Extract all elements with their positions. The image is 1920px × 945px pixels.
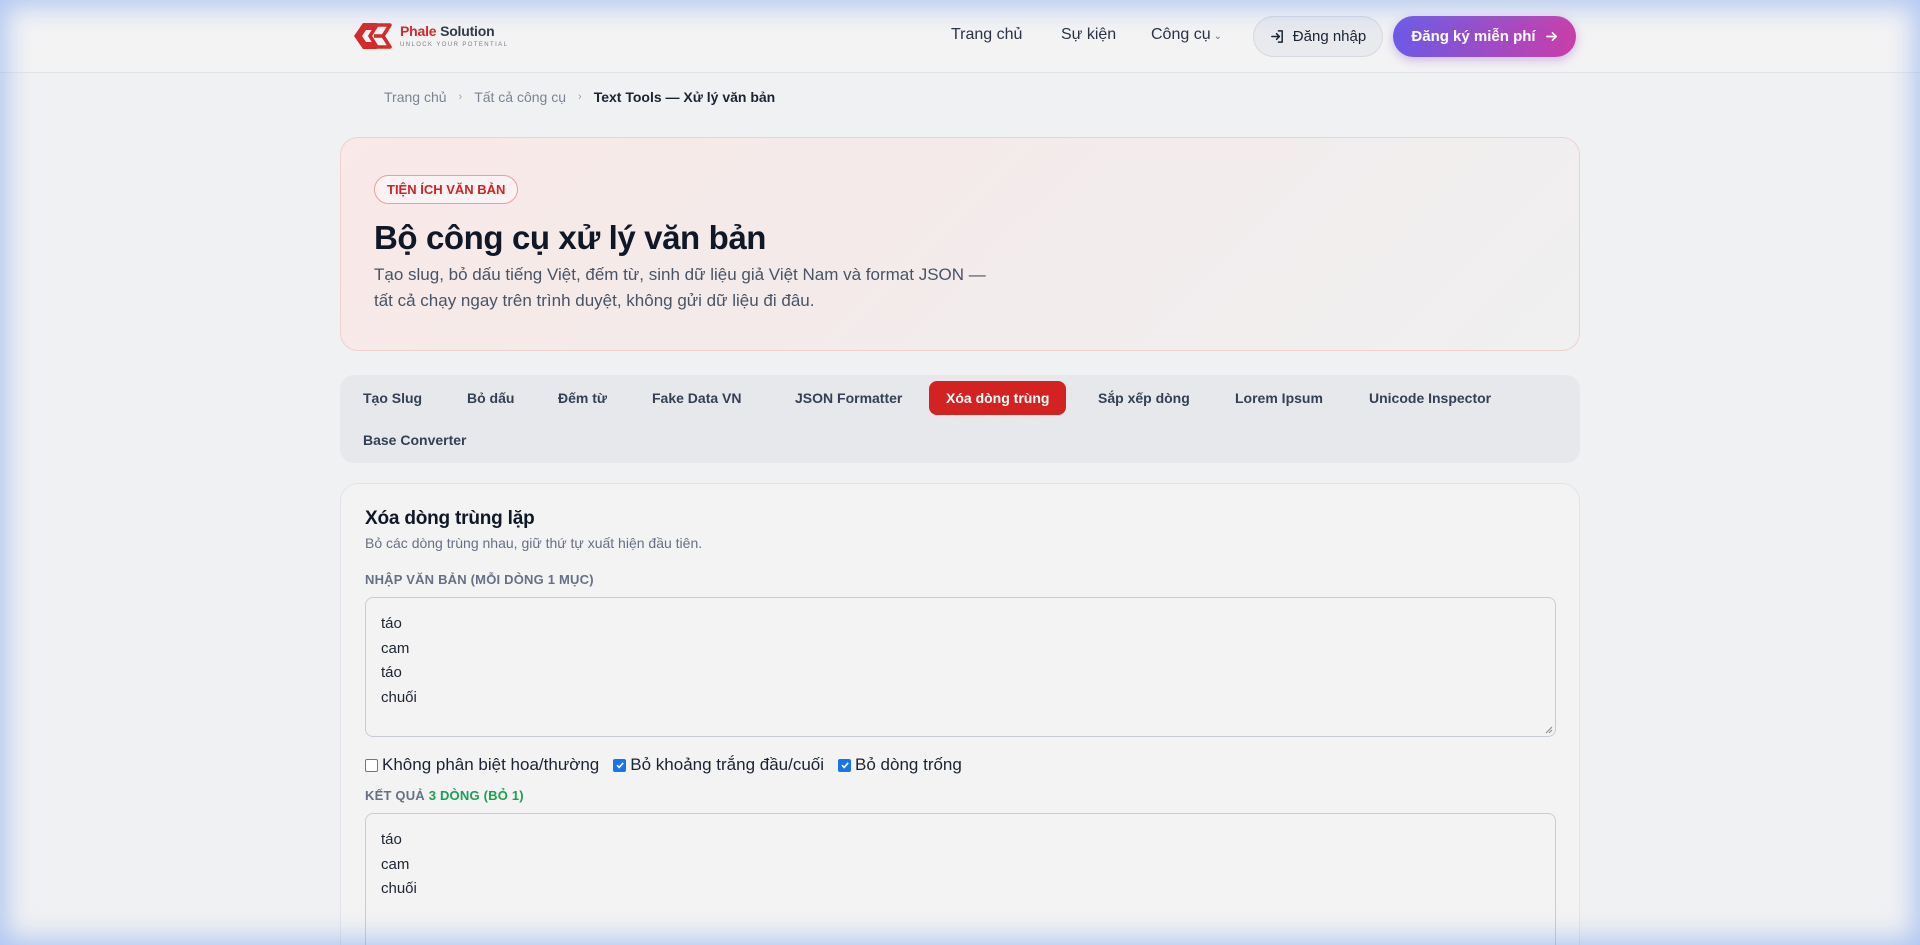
- option-remove-empty-lines[interactable]: Bỏ dòng trống: [838, 755, 962, 775]
- tab-base-converter[interactable]: Base Converter: [346, 423, 484, 457]
- option-label: Bỏ dòng trống: [855, 755, 962, 774]
- output-line: cam: [381, 855, 410, 873]
- input-textarea[interactable]: táo cam táo chuối: [365, 597, 1556, 737]
- tab-remove-duplicates[interactable]: Xóa dòng trùng: [929, 381, 1067, 415]
- logo-mark-icon: [354, 23, 392, 49]
- login-icon: [1270, 30, 1283, 43]
- input-line: cam: [381, 639, 410, 657]
- arrow-right-icon: [1545, 31, 1557, 42]
- tab-word-count[interactable]: Đếm từ: [541, 381, 624, 415]
- signup-label: Đăng ký miễn phí: [1411, 28, 1536, 45]
- check-icon: [840, 762, 849, 769]
- hero-banner: TIỆN ÍCH VĂN BẢN Bộ công cụ xử lý văn bả…: [340, 137, 1580, 351]
- tab-json-formatter[interactable]: JSON Formatter: [778, 381, 919, 415]
- logo[interactable]: Phale Solution UNLOCK YOUR POTENTIAL: [350, 19, 508, 53]
- checkbox-case-insensitive[interactable]: [365, 758, 378, 772]
- page-title: Bộ công cụ xử lý văn bản: [374, 219, 767, 256]
- option-case-insensitive[interactable]: Không phân biệt hoa/thường: [365, 755, 599, 775]
- breadcrumb-current: Text Tools — Xử lý văn bản: [593, 89, 776, 105]
- input-line: táo: [381, 664, 402, 681]
- nav-tools[interactable]: Công cụ ⌄: [1151, 26, 1222, 44]
- logo-name: Phale Solution: [400, 23, 495, 39]
- option-label: Bỏ khoảng trắng đầu/cuối: [630, 755, 825, 774]
- output-line: táo: [381, 831, 402, 848]
- tab-fake-data[interactable]: Fake Data VN: [635, 381, 758, 415]
- checkbox-trim-whitespace[interactable]: [613, 758, 627, 772]
- result-label-text: KẾT QUẢ: [365, 788, 425, 803]
- hero-badge: TIỆN ÍCH VĂN BẢN: [374, 175, 519, 204]
- chevron-right-icon: ›: [578, 91, 582, 103]
- nav-events[interactable]: Sự kiện: [1061, 26, 1116, 44]
- tool-panel: Xóa dòng trùng lặp Bỏ các dòng trùng nha…: [340, 483, 1580, 945]
- breadcrumb-all-tools[interactable]: Tất cả công cụ: [474, 89, 566, 105]
- output-line: chuối: [381, 880, 417, 897]
- chevron-down-icon: ⌄: [1213, 31, 1222, 42]
- tab-lorem-ipsum[interactable]: Lorem Ipsum: [1218, 381, 1340, 415]
- options-row: Không phân biệt hoa/thường Bỏ khoảng trắ…: [365, 755, 962, 775]
- result-stats: 3 DÒNG (BỎ 1): [428, 788, 524, 803]
- tool-description: Bỏ các dòng trùng nhau, giữ thứ tự xuất …: [365, 535, 703, 551]
- nav-tools-label: Công cụ: [1151, 26, 1211, 43]
- input-label: NHẬP VĂN BẢN (MỖI DÒNG 1 MỤC): [365, 572, 594, 587]
- nav-home[interactable]: Trang chủ: [951, 26, 1022, 44]
- tool-title: Xóa dòng trùng lặp: [365, 508, 535, 529]
- breadcrumb-home[interactable]: Trang chủ: [384, 89, 447, 105]
- tab-unicode-inspector[interactable]: Unicode Inspector: [1352, 381, 1508, 415]
- login-button[interactable]: Đăng nhập: [1253, 16, 1383, 57]
- input-line: táo: [381, 615, 402, 632]
- chevron-right-icon: ›: [458, 91, 463, 103]
- result-label: KẾT QUẢ 3 DÒNG (BỎ 1): [365, 788, 524, 803]
- breadcrumb: Trang chủ › Tất cả công cụ › Text Tools …: [384, 89, 775, 105]
- resize-handle-icon[interactable]: [1544, 725, 1553, 734]
- option-label: Không phân biệt hoa/thường: [382, 755, 600, 774]
- output-textarea[interactable]: táo cam chuối: [365, 813, 1556, 945]
- tool-tabs: Tạo Slug Bỏ dấu Đếm từ Fake Data VN JSON…: [340, 375, 1580, 463]
- top-header: Phale Solution UNLOCK YOUR POTENTIAL Tra…: [0, 0, 1920, 73]
- checkbox-remove-empty-lines[interactable]: [838, 758, 852, 772]
- hero-description: Tạo slug, bỏ dấu tiếng Việt, đếm từ, sin…: [374, 265, 986, 310]
- check-icon: [616, 762, 624, 769]
- tab-sort-lines[interactable]: Sắp xếp dòng: [1081, 381, 1207, 415]
- login-label: Đăng nhập: [1292, 28, 1367, 45]
- option-trim-whitespace[interactable]: Bỏ khoảng trắng đầu/cuối: [613, 755, 824, 775]
- tab-remove-accents[interactable]: Bỏ dấu: [450, 381, 531, 415]
- input-line: chuối: [381, 688, 417, 706]
- logo-tagline: UNLOCK YOUR POTENTIAL: [400, 42, 509, 48]
- signup-button[interactable]: Đăng ký miễn phí: [1393, 16, 1576, 57]
- tab-slug[interactable]: Tạo Slug: [346, 381, 439, 415]
